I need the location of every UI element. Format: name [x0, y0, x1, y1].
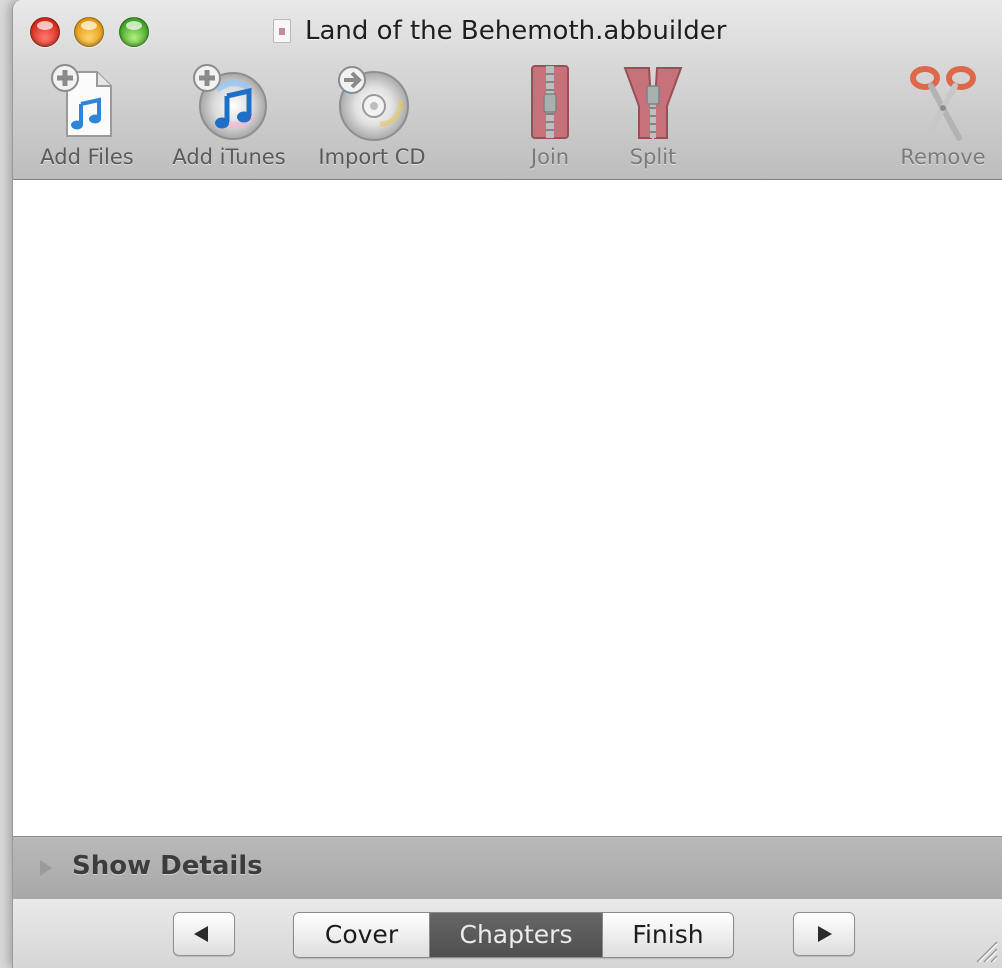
join-icon — [531, 65, 569, 139]
split-icon — [623, 67, 683, 139]
add-files-label: Add Files — [40, 145, 134, 169]
close-window-button[interactable] — [30, 17, 60, 47]
import-cd-button[interactable]: Import CD — [309, 56, 435, 176]
show-details-toggle[interactable]: Show Details — [13, 836, 1002, 900]
split-button[interactable]: Split — [613, 56, 693, 176]
titlebar-toolbar: Land of the Behemoth.abbuilder Add Files — [13, 0, 1002, 180]
minimize-window-button[interactable] — [74, 17, 104, 47]
step-chapters-tab[interactable]: Chapters — [430, 913, 603, 957]
import-cd-label: Import CD — [318, 145, 426, 169]
add-itunes-button[interactable]: Add iTunes — [163, 56, 295, 176]
step-segmented-control: Cover Chapters Finish — [293, 912, 734, 958]
step-navigation-bar: Cover Chapters Finish — [13, 899, 1002, 968]
resize-grip-icon[interactable] — [969, 934, 999, 964]
left-triangle-icon — [194, 926, 208, 942]
remove-label: Remove — [900, 145, 986, 169]
split-label: Split — [629, 145, 677, 169]
join-button[interactable]: Join — [513, 56, 587, 176]
scissors-icon — [910, 66, 976, 141]
file-list-area[interactable] — [13, 180, 1002, 836]
right-triangle-icon — [818, 926, 832, 942]
add-itunes-icon — [193, 64, 267, 140]
zoom-window-button[interactable] — [119, 17, 149, 47]
previous-step-button[interactable] — [173, 912, 235, 956]
step-finish-tab[interactable]: Finish — [603, 913, 733, 957]
next-step-button[interactable] — [793, 912, 855, 956]
import-cd-icon — [338, 66, 409, 141]
disclosure-triangle-icon[interactable] — [40, 860, 52, 876]
window-title: Land of the Behemoth.abbuilder — [305, 16, 727, 46]
remove-button[interactable]: Remove — [891, 56, 995, 176]
app-window: Land of the Behemoth.abbuilder Add Files — [12, 0, 1002, 968]
window-title-area: Land of the Behemoth.abbuilder — [273, 14, 726, 48]
show-details-label: Show Details — [72, 851, 263, 881]
add-files-icon — [51, 64, 112, 137]
add-itunes-label: Add iTunes — [172, 145, 286, 169]
add-files-button[interactable]: Add Files — [27, 56, 147, 176]
document-proxy-icon[interactable] — [273, 19, 291, 43]
step-cover-tab[interactable]: Cover — [294, 913, 430, 957]
join-label: Join — [530, 145, 570, 169]
